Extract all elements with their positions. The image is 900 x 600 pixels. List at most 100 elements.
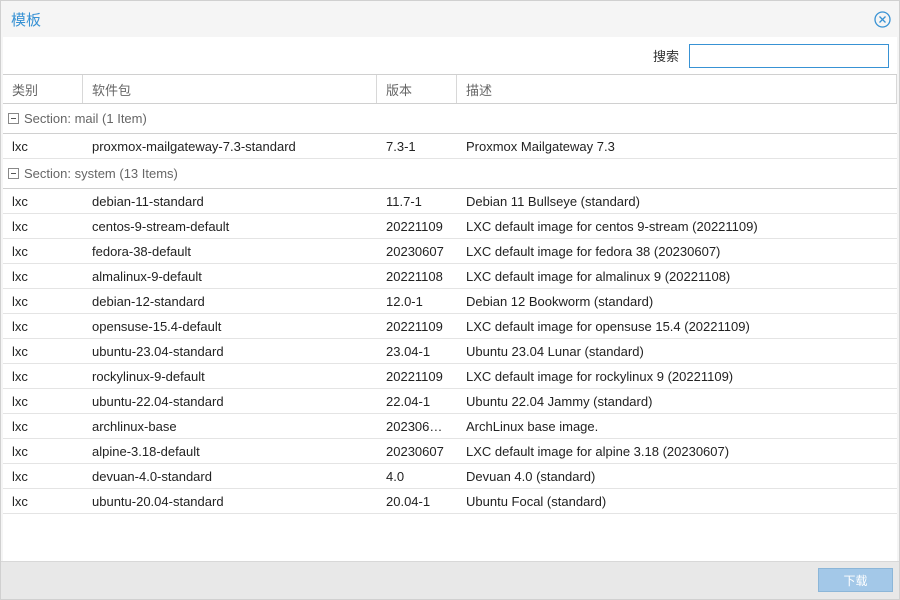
cell-type-text: lxc [12, 443, 28, 459]
cell-description-text: Ubuntu 22.04 Jammy (standard) [466, 393, 653, 409]
cell-package-text: ubuntu-22.04-standard [92, 393, 224, 409]
table-row[interactable]: lxc ubuntu-22.04-standard 22.04-1 Ubuntu 22… [3, 389, 897, 414]
cell-description: Ubuntu 22.04 Jammy (standard) [457, 389, 897, 413]
close-button[interactable] [873, 10, 891, 28]
cell-package-text: almalinux-9-default [92, 268, 202, 284]
download-button[interactable]: 下载 [818, 568, 893, 592]
cell-package-text: opensuse-15.4-default [92, 318, 222, 334]
cell-package-text: ubuntu-23.04-standard [92, 343, 224, 359]
cell-description-text: LXC default image for opensuse 15.4 (202… [466, 318, 750, 334]
cell-version-text: 22.04-1 [386, 393, 431, 409]
collapse-icon[interactable] [8, 168, 19, 179]
cell-version-text: 7.3-1 [386, 138, 416, 154]
cell-description: Proxmox Mailgateway 7.3 [457, 134, 897, 158]
table-row[interactable]: lxc ubuntu-23.04-standard 23.04-1 Ubuntu 23… [3, 339, 897, 364]
table-row[interactable]: lxc alpine-3.18-default 20230607 LXC defaul… [3, 439, 897, 464]
table-row[interactable]: lxc centos-9-stream-default 20221109 LXC de… [3, 214, 897, 239]
column-header-description[interactable]: 描述 [457, 75, 897, 103]
cell-type-text: lxc [12, 293, 28, 309]
cell-type: lxc [3, 289, 83, 313]
cell-version: 22.04-1 [377, 389, 457, 413]
cell-version: 23.04-1 [377, 339, 457, 363]
cell-description: Ubuntu Focal (standard) [457, 489, 897, 513]
cell-version-text: 4.0 [386, 468, 405, 484]
cell-description: LXC default image for centos 9-stream (2… [457, 214, 897, 238]
cell-version-text: 20221109 [386, 368, 443, 384]
cell-description: ArchLinux base image. [457, 414, 897, 438]
collapse-icon[interactable] [8, 113, 19, 124]
cell-description-text: LXC default image for almalinux 9 (20221… [466, 268, 731, 284]
table-row[interactable]: lxc almalinux-9-default 20221108 LXC defaul… [3, 264, 897, 289]
cell-type: lxc [3, 489, 83, 513]
cell-package: ubuntu-20.04-standard [83, 489, 377, 513]
templates-dialog: 模板 搜索 类别 软件包 版本 描述 Section: mail (1 Item… [0, 0, 900, 600]
cell-description: Debian 11 Bullseye (standard) [457, 189, 897, 213]
cell-version: 11.7-1 [377, 189, 457, 213]
cell-type-text: lxc [12, 193, 28, 209]
cell-version: 20221109 [377, 214, 457, 238]
cell-type-text: lxc [12, 243, 28, 259]
cell-version-text: 20230607 [386, 443, 444, 459]
cell-package-text: alpine-3.18-default [92, 443, 200, 459]
table-row[interactable]: lxc opensuse-15.4-default 20221109 LXC defa… [3, 314, 897, 339]
group-header[interactable]: Section: system (13 Items) [3, 159, 897, 189]
cell-description-text: Ubuntu 23.04 Lunar (standard) [466, 343, 644, 359]
cell-version: 202306… [377, 414, 457, 438]
cell-description: LXC default image for fedora 38 (2023060… [457, 239, 897, 263]
cell-package: debian-11-standard [83, 189, 377, 213]
column-header-package[interactable]: 软件包 [83, 75, 377, 103]
cell-type: lxc [3, 264, 83, 288]
search-label: 搜索 [652, 49, 679, 64]
cell-version-text: 202306… [386, 418, 443, 434]
cell-type: lxc [3, 239, 83, 263]
table-row[interactable]: lxc fedora-38-default 20230607 LXC default … [3, 239, 897, 264]
cell-package-text: debian-11-standard [92, 193, 204, 209]
table-row[interactable]: lxc debian-11-standard 11.7-1 Debian 11 Bul… [3, 189, 897, 214]
cell-version-text: 20.04-1 [386, 493, 431, 509]
dialog-footer: 下载 [1, 561, 899, 599]
cell-type: lxc [3, 339, 83, 363]
cell-type-text: lxc [12, 468, 28, 484]
cell-type-text: lxc [12, 393, 28, 409]
cell-description-text: ArchLinux base image. [466, 418, 599, 434]
grid-header: 类别 软件包 版本 描述 [3, 74, 897, 104]
search-input[interactable] [689, 43, 889, 68]
column-header-type[interactable]: 类别 [3, 75, 83, 103]
cell-package: archlinux-base [83, 414, 377, 438]
dialog-body: 搜索 类别 软件包 版本 描述 Section: mail (1 Item) lx… [3, 37, 897, 561]
table-row[interactable]: lxc rockylinux-9-default 20221109 LXC defau… [3, 364, 897, 389]
cell-type-text: lxc [12, 493, 28, 509]
dialog-title: 模板 [11, 11, 42, 29]
cell-package: ubuntu-22.04-standard [83, 389, 377, 413]
group-label: Section: mail (1 Item) [24, 111, 147, 126]
cell-type: lxc [3, 389, 83, 413]
cell-version: 20221109 [377, 314, 457, 338]
table-row[interactable]: lxc archlinux-base 202306… ArchLinux base i… [3, 414, 897, 439]
cell-description-text: LXC default image for alpine 3.18 (20230… [466, 443, 730, 459]
column-header-version[interactable]: 版本 [377, 75, 457, 103]
table-row[interactable]: lxc ubuntu-20.04-standard 20.04-1 Ubuntu Fo… [3, 489, 897, 514]
cell-description: LXC default image for rockylinux 9 (2022… [457, 364, 897, 388]
cell-type: lxc [3, 414, 83, 438]
close-circle-icon [873, 10, 891, 28]
cell-type-text: lxc [12, 318, 28, 334]
cell-type: lxc [3, 439, 83, 463]
group-header[interactable]: Section: mail (1 Item) [3, 104, 897, 134]
cell-type-text: lxc [12, 368, 28, 384]
search-toolbar: 搜索 [3, 37, 897, 74]
cell-version-text: 23.04-1 [386, 343, 431, 359]
cell-package-text: archlinux-base [92, 418, 177, 434]
cell-description-text: Ubuntu Focal (standard) [466, 493, 607, 509]
grid-body: Section: mail (1 Item) lxc proxmox-mailgat… [3, 104, 897, 514]
cell-package: almalinux-9-default [83, 264, 377, 288]
cell-package: alpine-3.18-default [83, 439, 377, 463]
cell-description: LXC default image for alpine 3.18 (20230… [457, 439, 897, 463]
table-row[interactable]: lxc devuan-4.0-standard 4.0 Devuan 4.0 (sta… [3, 464, 897, 489]
cell-version: 20230607 [377, 239, 457, 263]
table-row[interactable]: lxc debian-12-standard 12.0-1 Debian 12 Boo… [3, 289, 897, 314]
table-row[interactable]: lxc proxmox-mailgateway-7.3-standard 7.3-1… [3, 134, 897, 159]
group-label: Section: system (13 Items) [24, 166, 178, 181]
cell-description: LXC default image for almalinux 9 (20221… [457, 264, 897, 288]
cell-version: 12.0-1 [377, 289, 457, 313]
cell-description: Ubuntu 23.04 Lunar (standard) [457, 339, 897, 363]
